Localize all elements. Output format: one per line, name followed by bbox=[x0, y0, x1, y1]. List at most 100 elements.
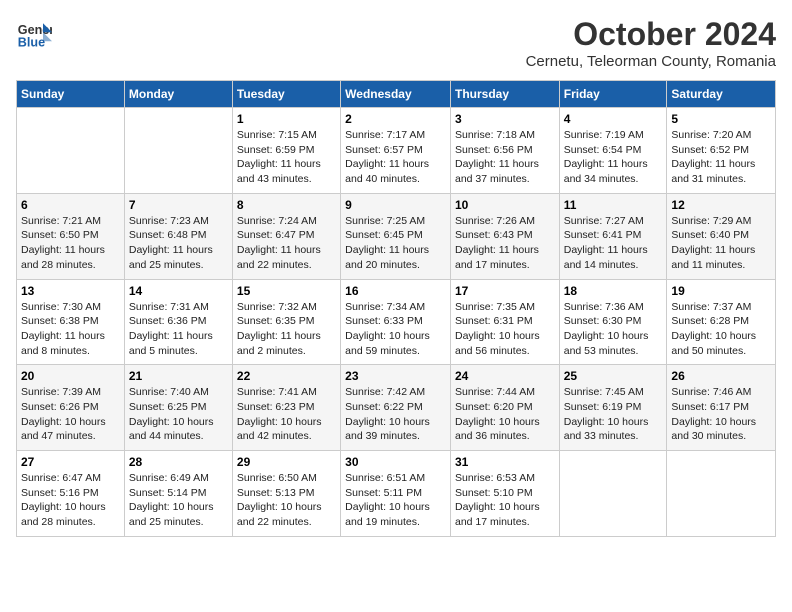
calendar-day-cell: 15 Sunrise: 7:32 AM Sunset: 6:35 PM Dayli… bbox=[232, 279, 340, 365]
calendar-day-cell: 2 Sunrise: 7:17 AM Sunset: 6:57 PM Daylig… bbox=[341, 108, 451, 194]
calendar-day-cell: 24 Sunrise: 7:44 AM Sunset: 6:20 PM Dayli… bbox=[450, 365, 559, 451]
day-info: Sunrise: 6:51 AM Sunset: 5:11 PM Dayligh… bbox=[345, 471, 446, 530]
calendar-day-cell: 9 Sunrise: 7:25 AM Sunset: 6:45 PM Daylig… bbox=[341, 193, 451, 279]
weekday-header-row: SundayMondayTuesdayWednesdayThursdayFrid… bbox=[17, 81, 776, 108]
calendar-day-cell bbox=[17, 108, 125, 194]
day-info: Sunrise: 7:24 AM Sunset: 6:47 PM Dayligh… bbox=[237, 214, 336, 273]
calendar-day-cell: 22 Sunrise: 7:41 AM Sunset: 6:23 PM Dayli… bbox=[232, 365, 340, 451]
day-number: 9 bbox=[345, 198, 446, 212]
calendar-day-cell bbox=[559, 451, 667, 537]
day-number: 13 bbox=[21, 284, 120, 298]
svg-text:Blue: Blue bbox=[18, 36, 45, 50]
calendar-day-cell: 10 Sunrise: 7:26 AM Sunset: 6:43 PM Dayli… bbox=[450, 193, 559, 279]
day-info: Sunrise: 7:15 AM Sunset: 6:59 PM Dayligh… bbox=[237, 128, 336, 187]
weekday-header-cell: Tuesday bbox=[232, 81, 340, 108]
calendar-day-cell: 1Sunrise: 7:15 AM Sunset: 6:59 PM Daylig… bbox=[232, 108, 340, 194]
calendar-day-cell: 18 Sunrise: 7:36 AM Sunset: 6:30 PM Dayli… bbox=[559, 279, 667, 365]
day-info: Sunrise: 7:36 AM Sunset: 6:30 PM Dayligh… bbox=[564, 300, 663, 359]
day-number: 23 bbox=[345, 369, 446, 383]
day-info: Sunrise: 7:25 AM Sunset: 6:45 PM Dayligh… bbox=[345, 214, 446, 273]
weekday-header-cell: Sunday bbox=[17, 81, 125, 108]
day-info: Sunrise: 7:17 AM Sunset: 6:57 PM Dayligh… bbox=[345, 128, 446, 187]
day-number: 28 bbox=[129, 455, 228, 469]
calendar-day-cell: 3Sunrise: 7:18 AM Sunset: 6:56 PM Daylig… bbox=[450, 108, 559, 194]
day-number: 27 bbox=[21, 455, 120, 469]
day-number: 24 bbox=[455, 369, 555, 383]
weekday-header-cell: Monday bbox=[124, 81, 232, 108]
title-block: October 2024 Cernetu, Teleorman County, … bbox=[526, 16, 776, 70]
calendar-day-cell: 31 Sunrise: 6:53 AM Sunset: 5:10 PM Dayli… bbox=[450, 451, 559, 537]
day-number: 3 bbox=[455, 112, 555, 126]
weekday-header-cell: Thursday bbox=[450, 81, 559, 108]
day-number: 4 bbox=[564, 112, 663, 126]
calendar-day-cell: 20Sunrise: 7:39 AM Sunset: 6:26 PM Dayli… bbox=[17, 365, 125, 451]
day-number: 8 bbox=[237, 198, 336, 212]
day-info: Sunrise: 7:19 AM Sunset: 6:54 PM Dayligh… bbox=[564, 128, 663, 187]
logo-icon: General Blue bbox=[16, 16, 52, 52]
day-info: Sunrise: 7:20 AM Sunset: 6:52 PM Dayligh… bbox=[671, 128, 771, 187]
calendar-day-cell bbox=[124, 108, 232, 194]
day-number: 26 bbox=[671, 369, 771, 383]
day-number: 11 bbox=[564, 198, 663, 212]
calendar-day-cell: 27Sunrise: 6:47 AM Sunset: 5:16 PM Dayli… bbox=[17, 451, 125, 537]
day-info: Sunrise: 7:46 AM Sunset: 6:17 PM Dayligh… bbox=[671, 385, 771, 444]
calendar-body: 1Sunrise: 7:15 AM Sunset: 6:59 PM Daylig… bbox=[17, 108, 776, 537]
calendar-day-cell: 5 Sunrise: 7:20 AM Sunset: 6:52 PM Daylig… bbox=[667, 108, 776, 194]
weekday-header-cell: Saturday bbox=[667, 81, 776, 108]
calendar-day-cell: 30 Sunrise: 6:51 AM Sunset: 5:11 PM Dayli… bbox=[341, 451, 451, 537]
day-info: Sunrise: 7:26 AM Sunset: 6:43 PM Dayligh… bbox=[455, 214, 555, 273]
day-number: 19 bbox=[671, 284, 771, 298]
calendar-day-cell: 26 Sunrise: 7:46 AM Sunset: 6:17 PM Dayli… bbox=[667, 365, 776, 451]
day-info: Sunrise: 7:40 AM Sunset: 6:25 PM Dayligh… bbox=[129, 385, 228, 444]
day-info: Sunrise: 7:45 AM Sunset: 6:19 PM Dayligh… bbox=[564, 385, 663, 444]
calendar-week-row: 6Sunrise: 7:21 AM Sunset: 6:50 PM Daylig… bbox=[17, 193, 776, 279]
weekday-header-cell: Friday bbox=[559, 81, 667, 108]
day-number: 25 bbox=[564, 369, 663, 383]
day-info: Sunrise: 6:50 AM Sunset: 5:13 PM Dayligh… bbox=[237, 471, 336, 530]
day-number: 10 bbox=[455, 198, 555, 212]
day-info: Sunrise: 7:21 AM Sunset: 6:50 PM Dayligh… bbox=[21, 214, 120, 273]
day-number: 7 bbox=[129, 198, 228, 212]
calendar-day-cell: 28 Sunrise: 6:49 AM Sunset: 5:14 PM Dayli… bbox=[124, 451, 232, 537]
calendar-day-cell: 16Sunrise: 7:34 AM Sunset: 6:33 PM Dayli… bbox=[341, 279, 451, 365]
calendar-week-row: 27Sunrise: 6:47 AM Sunset: 5:16 PM Dayli… bbox=[17, 451, 776, 537]
calendar-day-cell: 7 Sunrise: 7:23 AM Sunset: 6:48 PM Daylig… bbox=[124, 193, 232, 279]
calendar-table: SundayMondayTuesdayWednesdayThursdayFrid… bbox=[16, 80, 776, 537]
day-info: Sunrise: 6:49 AM Sunset: 5:14 PM Dayligh… bbox=[129, 471, 228, 530]
calendar-week-row: 20Sunrise: 7:39 AM Sunset: 6:26 PM Dayli… bbox=[17, 365, 776, 451]
day-info: Sunrise: 7:35 AM Sunset: 6:31 PM Dayligh… bbox=[455, 300, 555, 359]
day-number: 22 bbox=[237, 369, 336, 383]
calendar-week-row: 13 Sunrise: 7:30 AM Sunset: 6:38 PM Dayli… bbox=[17, 279, 776, 365]
calendar-day-cell: 21Sunrise: 7:40 AM Sunset: 6:25 PM Dayli… bbox=[124, 365, 232, 451]
day-number: 18 bbox=[564, 284, 663, 298]
calendar-day-cell: 14Sunrise: 7:31 AM Sunset: 6:36 PM Dayli… bbox=[124, 279, 232, 365]
day-number: 29 bbox=[237, 455, 336, 469]
day-info: Sunrise: 7:30 AM Sunset: 6:38 PM Dayligh… bbox=[21, 300, 120, 359]
day-info: Sunrise: 7:41 AM Sunset: 6:23 PM Dayligh… bbox=[237, 385, 336, 444]
day-info: Sunrise: 7:39 AM Sunset: 6:26 PM Dayligh… bbox=[21, 385, 120, 444]
location-title: Cernetu, Teleorman County, Romania bbox=[526, 53, 776, 70]
day-info: Sunrise: 7:34 AM Sunset: 6:33 PM Dayligh… bbox=[345, 300, 446, 359]
day-number: 5 bbox=[671, 112, 771, 126]
day-info: Sunrise: 7:44 AM Sunset: 6:20 PM Dayligh… bbox=[455, 385, 555, 444]
calendar-day-cell: 8 Sunrise: 7:24 AM Sunset: 6:47 PM Daylig… bbox=[232, 193, 340, 279]
calendar-week-row: 1Sunrise: 7:15 AM Sunset: 6:59 PM Daylig… bbox=[17, 108, 776, 194]
day-info: Sunrise: 6:53 AM Sunset: 5:10 PM Dayligh… bbox=[455, 471, 555, 530]
page-header: General Blue October 2024 Cernetu, Teleo… bbox=[16, 16, 776, 70]
calendar-day-cell: 13 Sunrise: 7:30 AM Sunset: 6:38 PM Dayli… bbox=[17, 279, 125, 365]
calendar-day-cell: 25 Sunrise: 7:45 AM Sunset: 6:19 PM Dayli… bbox=[559, 365, 667, 451]
logo: General Blue bbox=[16, 16, 52, 52]
calendar-day-cell: 12Sunrise: 7:29 AM Sunset: 6:40 PM Dayli… bbox=[667, 193, 776, 279]
day-number: 2 bbox=[345, 112, 446, 126]
calendar-day-cell: 11Sunrise: 7:27 AM Sunset: 6:41 PM Dayli… bbox=[559, 193, 667, 279]
calendar-day-cell: 29 Sunrise: 6:50 AM Sunset: 5:13 PM Dayli… bbox=[232, 451, 340, 537]
day-number: 17 bbox=[455, 284, 555, 298]
calendar-day-cell: 19Sunrise: 7:37 AM Sunset: 6:28 PM Dayli… bbox=[667, 279, 776, 365]
day-info: Sunrise: 7:32 AM Sunset: 6:35 PM Dayligh… bbox=[237, 300, 336, 359]
day-number: 31 bbox=[455, 455, 555, 469]
day-number: 30 bbox=[345, 455, 446, 469]
day-info: Sunrise: 7:29 AM Sunset: 6:40 PM Dayligh… bbox=[671, 214, 771, 273]
calendar-day-cell bbox=[667, 451, 776, 537]
day-info: Sunrise: 7:23 AM Sunset: 6:48 PM Dayligh… bbox=[129, 214, 228, 273]
day-number: 15 bbox=[237, 284, 336, 298]
